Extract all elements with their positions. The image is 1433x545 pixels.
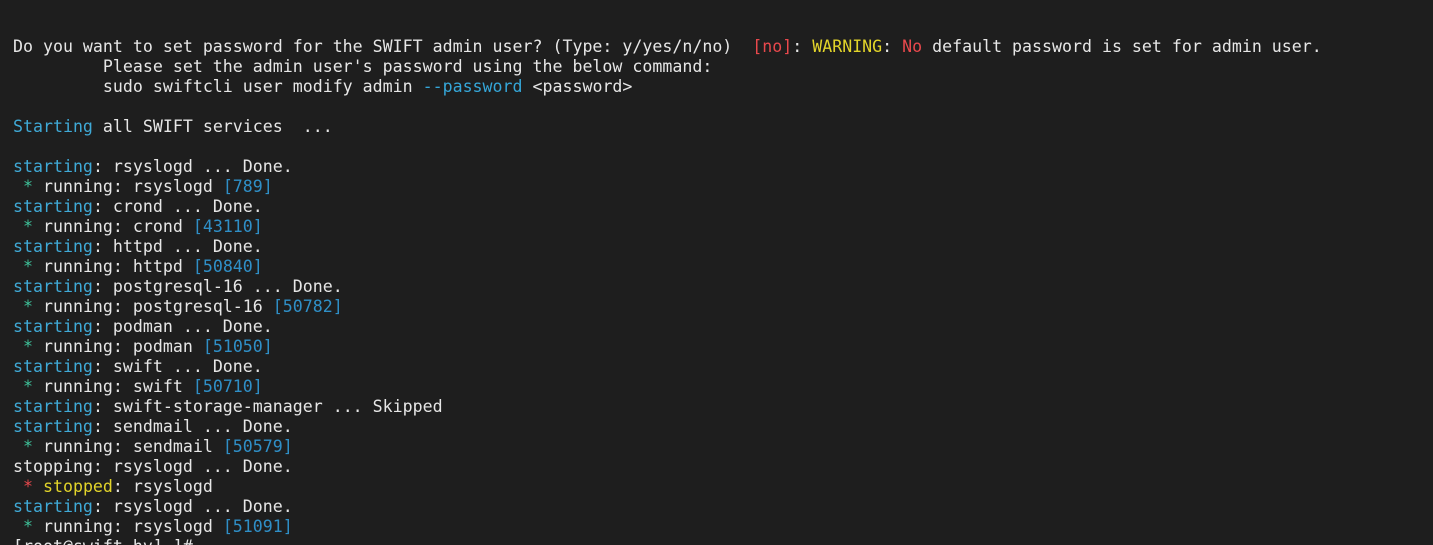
line-running-postgresql: * running: postgresql-16 [50782] xyxy=(13,297,1322,317)
line-segment: * xyxy=(13,437,43,456)
line-segment: running: rsyslogd xyxy=(42,177,223,196)
line-segment: starting xyxy=(13,397,93,416)
line-segment: running: rsyslogd xyxy=(42,517,223,536)
line-running-rsyslogd-new: * running: rsyslogd [51091] xyxy=(13,517,1322,537)
line-segment: running: podman xyxy=(42,337,203,356)
line-segment: * xyxy=(13,377,43,396)
line-starting-storage-manager: starting: swift-storage-manager ... Skip… xyxy=(13,397,1322,417)
line-password-instruction: Please set the admin user's password usi… xyxy=(13,57,1322,77)
line-segment: : rsyslogd ... Done. xyxy=(92,157,293,176)
line-segment: starting xyxy=(13,317,93,336)
line-segment: running: crond xyxy=(42,217,193,236)
line-starting-httpd: starting: httpd ... Done. xyxy=(13,237,1322,257)
line-segment: [789] xyxy=(222,177,273,196)
line-segment: running: httpd xyxy=(42,257,193,276)
line-segment: all SWIFT services ... xyxy=(92,117,333,136)
line-segment: * xyxy=(13,217,43,236)
line-stopping-rsyslogd: stopping: rsyslogd ... Done. xyxy=(13,457,1322,477)
line-segment: starting xyxy=(13,197,93,216)
line-running-sendmail: * running: sendmail [50579] xyxy=(13,437,1322,457)
line-segment: stopped xyxy=(42,477,113,496)
line-segment: : xyxy=(792,37,813,56)
line-running-crond: * running: crond [43110] xyxy=(13,217,1322,237)
line-segment: : rsyslogd ... Done. xyxy=(92,497,293,516)
line-starting-swift: starting: swift ... Done. xyxy=(13,357,1322,377)
line-segment: : swift ... Done. xyxy=(92,357,263,376)
line-segment: * xyxy=(13,177,43,196)
line-segment: : swift-storage-manager ... Skipped xyxy=(92,397,443,416)
line-password-command: sudo swiftcli user modify admin --passwo… xyxy=(13,77,1322,97)
line-starting-sendmail: starting: sendmail ... Done. xyxy=(13,417,1322,437)
line-segment: starting xyxy=(13,417,93,436)
line-segment: [50579] xyxy=(222,437,293,456)
line-segment: No xyxy=(902,37,923,56)
line-segment: * xyxy=(13,517,43,536)
line-segment: starting xyxy=(13,157,93,176)
line-segment: --password xyxy=(422,77,523,96)
line-running-swift: * running: swift [50710] xyxy=(13,377,1322,397)
line-segment: sudo swiftcli user modify admin xyxy=(13,77,423,96)
line-segment: : postgresql-16 ... Done. xyxy=(92,277,343,296)
line-segment: Starting xyxy=(13,117,93,136)
line-segment: starting xyxy=(13,277,93,296)
line-segment: [50840] xyxy=(192,257,263,276)
line-segment: * xyxy=(13,477,43,496)
line-segment: [43110] xyxy=(192,217,263,236)
line-segment: : crond ... Done. xyxy=(92,197,263,216)
line-segment: starting xyxy=(13,497,93,516)
terminal-output: Do you want to set password for the SWIF… xyxy=(13,37,1322,537)
line-running-podman: * running: podman [51050] xyxy=(13,337,1322,357)
line-segment: <password> xyxy=(522,77,633,96)
shell-prompt[interactable]: [root@swift-hv]~]# xyxy=(13,537,193,545)
line-segment: Do you want to set password for the SWIF… xyxy=(13,37,753,56)
line-segment: running: sendmail xyxy=(42,437,223,456)
line-segment: [no] xyxy=(752,37,793,56)
line-starting-all: Starting all SWIFT services ... xyxy=(13,117,1322,137)
line-segment: starting xyxy=(13,237,93,256)
line-stopped-rsyslogd: * stopped: rsyslogd xyxy=(13,477,1322,497)
line-segment: * xyxy=(13,337,43,356)
line-starting-rsyslogd: starting: rsyslogd ... Done. xyxy=(13,157,1322,177)
line-segment: * xyxy=(13,257,43,276)
line-segment: stopping: rsyslogd ... Done. xyxy=(13,457,293,476)
line-segment: [51050] xyxy=(202,337,273,356)
line-segment: Please set the admin user's password usi… xyxy=(13,57,713,76)
line-segment: starting xyxy=(13,357,93,376)
line-segment: [50710] xyxy=(192,377,263,396)
line-running-rsyslogd: * running: rsyslogd [789] xyxy=(13,177,1322,197)
terminal-window[interactable]: Do you want to set password for the SWIF… xyxy=(0,0,1433,545)
line-segment: [50782] xyxy=(272,297,343,316)
line-segment: : sendmail ... Done. xyxy=(92,417,293,436)
line-segment: : rsyslogd xyxy=(112,477,213,496)
line-starting-podman: starting: podman ... Done. xyxy=(13,317,1322,337)
line-segment: : httpd ... Done. xyxy=(92,237,263,256)
line-starting-crond: starting: crond ... Done. xyxy=(13,197,1322,217)
line-blank xyxy=(13,137,1322,157)
line-segment: default password is set for admin user. xyxy=(922,37,1322,56)
line-blank xyxy=(13,97,1322,117)
line-restarting-rsyslogd: starting: rsyslogd ... Done. xyxy=(13,497,1322,517)
line-segment: * xyxy=(13,297,43,316)
line-running-httpd: * running: httpd [50840] xyxy=(13,257,1322,277)
line-segment: : xyxy=(882,37,903,56)
line-starting-postgresql: starting: postgresql-16 ... Done. xyxy=(13,277,1322,297)
line-segment: [51091] xyxy=(222,517,293,536)
line-segment: WARNING xyxy=(812,37,883,56)
line-segment: running: postgresql-16 xyxy=(42,297,273,316)
line-segment: : podman ... Done. xyxy=(92,317,273,336)
line-segment: running: swift xyxy=(42,377,193,396)
line-password-prompt: Do you want to set password for the SWIF… xyxy=(13,37,1322,57)
